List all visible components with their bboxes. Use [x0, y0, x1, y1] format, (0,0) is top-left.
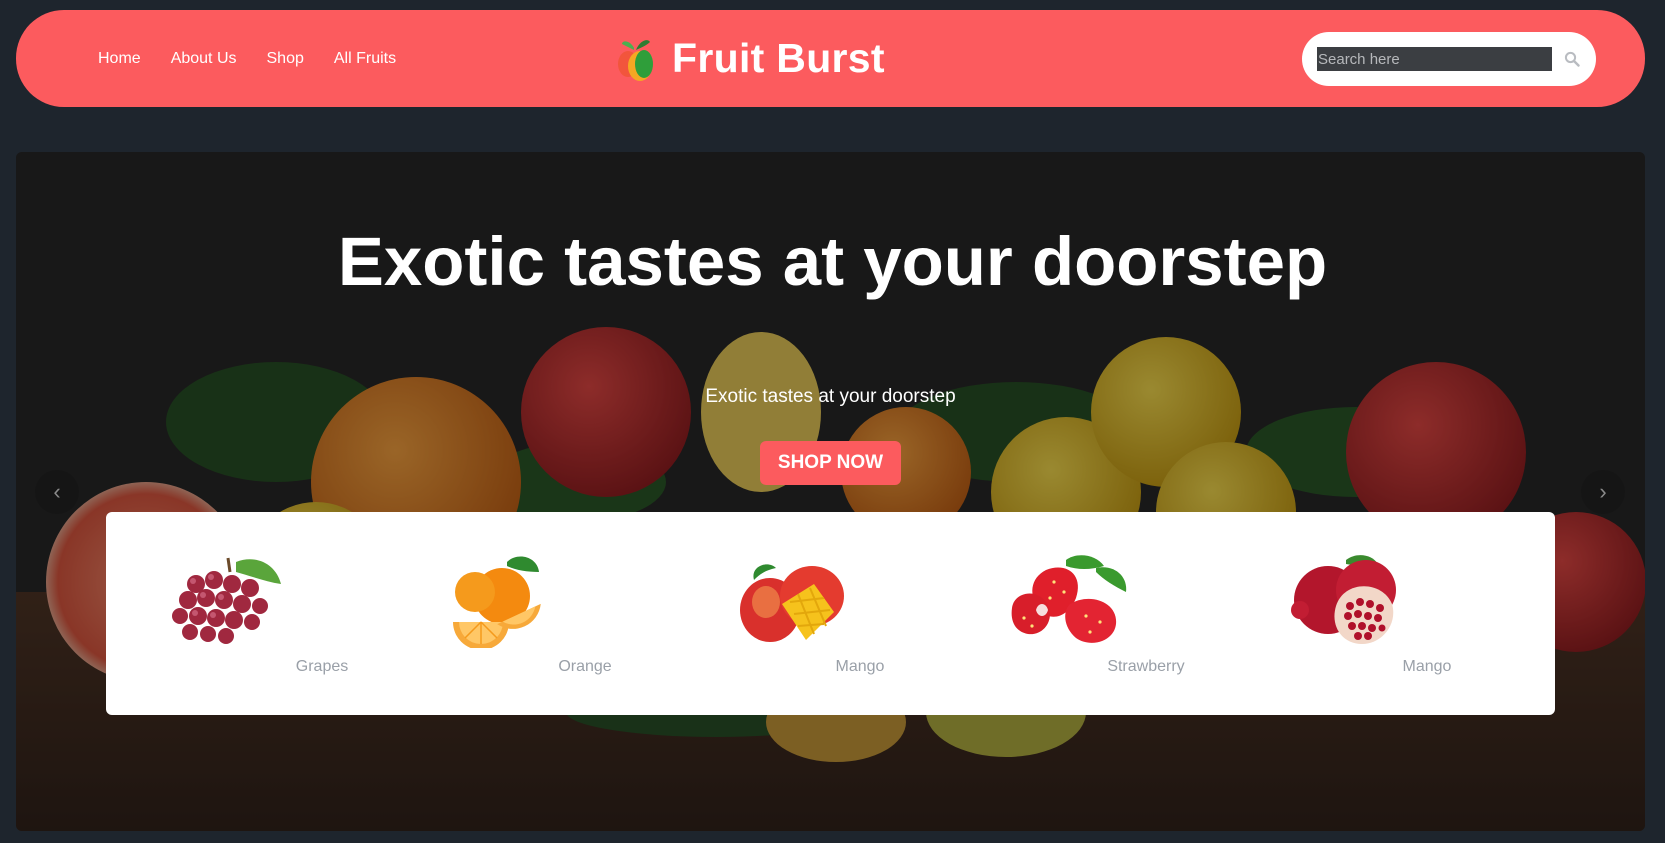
category-label: Grapes [295, 658, 349, 675]
chevron-left-icon: ‹ [53, 479, 61, 504]
carousel-next-button[interactable]: › [1581, 470, 1625, 514]
nav-home[interactable]: Home [98, 50, 141, 68]
nav-all-fruits[interactable]: All Fruits [334, 50, 396, 68]
grapes-icon [172, 557, 281, 644]
chevron-right-icon: › [1599, 479, 1607, 504]
site-header: Home About Us Shop All Fruits Fruit Burs… [16, 10, 1645, 107]
search-input[interactable] [1317, 47, 1552, 71]
main-nav: Home About Us Shop All Fruits [98, 10, 426, 107]
category-mango[interactable]: Mango [736, 512, 936, 715]
strawberry-icon [1011, 555, 1127, 643]
nav-shop[interactable]: Shop [267, 50, 304, 68]
brand-name: Fruit Burst [672, 35, 885, 81]
pomegranate-icon [1291, 555, 1396, 644]
fruit-logo-icon [618, 39, 653, 81]
shop-now-button[interactable]: SHOP NOW [760, 441, 901, 485]
orange-icon [453, 556, 541, 648]
category-orange[interactable]: Orange [441, 512, 641, 715]
carousel-prev-button[interactable]: ‹ [35, 470, 79, 514]
hero-title: Exotic tastes at your doorstep [337, 223, 1328, 300]
search-icon[interactable] [1564, 51, 1580, 67]
nav-about-us[interactable]: About Us [171, 50, 237, 68]
category-pomegranate[interactable]: Mango [1286, 512, 1486, 715]
category-label: Mango [835, 658, 885, 675]
category-grapes[interactable]: Grapes [161, 512, 361, 715]
category-strawberry[interactable]: Strawberry [1006, 512, 1206, 715]
category-label: Strawberry [1107, 658, 1185, 675]
search-box [1302, 32, 1596, 86]
category-label: Orange [558, 658, 612, 675]
hero-subtitle: Exotic tastes at your doorstep [705, 386, 956, 407]
hero-carousel: Exotic tastes at your doorstep Exotic ta… [16, 152, 1645, 831]
mango-icon [740, 564, 844, 642]
fruit-category-card: Grapes Orange Mango Strawberry Mango [106, 512, 1555, 715]
category-label: Mango [1402, 658, 1452, 675]
brand-logo[interactable]: Fruit Burst [616, 10, 885, 107]
